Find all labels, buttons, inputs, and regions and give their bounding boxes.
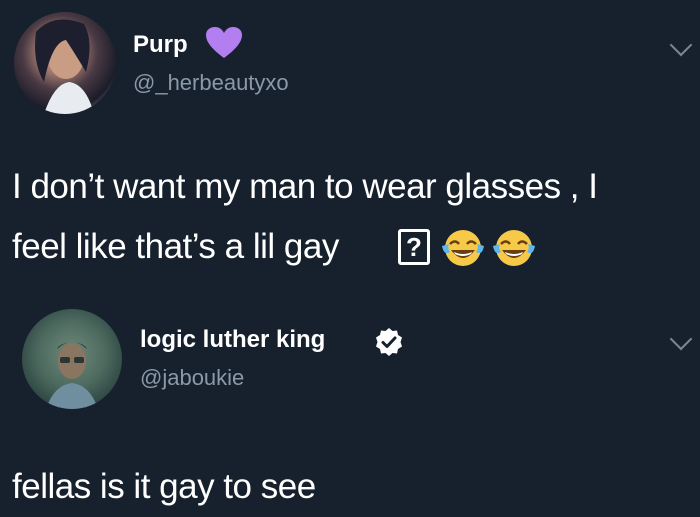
avatar-image [46, 342, 98, 409]
tweet-text-line-1: I don’t want my man to wear glasses , I [12, 167, 598, 206]
user-handle[interactable]: @jaboukie [140, 365, 244, 391]
face-with-tears-of-joy-icon [442, 230, 484, 266]
tweet-text: fellas is it gay to see [12, 467, 316, 506]
chevron-down-icon[interactable] [669, 33, 693, 57]
avatar-image [35, 19, 94, 114]
display-name[interactable]: Purp [133, 31, 188, 59]
face-with-tears-of-joy-icon [493, 230, 535, 266]
purple-heart-icon [206, 27, 242, 58]
display-name[interactable]: logic luther king [140, 326, 325, 354]
avatar[interactable] [14, 12, 116, 114]
user-handle[interactable]: @_herbeautyxo [133, 70, 289, 96]
tweet-screenshot: Purp @_herbeautyxo I don’t want my man t… [0, 0, 700, 517]
tweet-text-line-2: feel like that’s a lil gay [12, 227, 339, 266]
verified-badge-icon [376, 328, 402, 356]
tweet-purp[interactable]: Purp @_herbeautyxo I don’t want my man t… [0, 0, 700, 290]
avatar[interactable] [22, 309, 122, 409]
missing-glyph-box: ? [398, 229, 430, 265]
